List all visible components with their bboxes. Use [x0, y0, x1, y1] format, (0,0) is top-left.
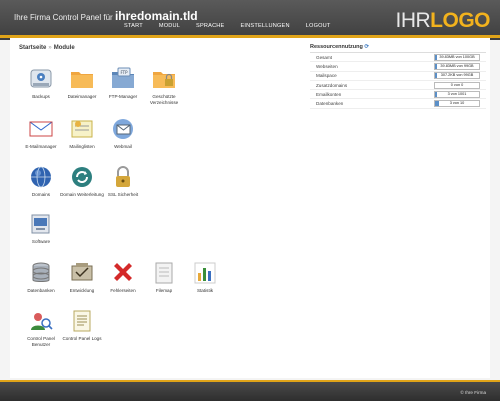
main-nav: START MODUL SPRACHE EINSTELLUNGEN LOGOUT [116, 22, 339, 30]
nav-start[interactable]: START [116, 22, 151, 30]
development-tools-icon [71, 263, 93, 281]
module-statistik[interactable]: Statistik [183, 260, 227, 294]
resource-usage-bar: 3 von 10 [434, 100, 480, 108]
resource-value: 39.83MB von 100GB [439, 54, 475, 59]
module-e-mailmanager[interactable]: E-Mailmanager [19, 116, 63, 150]
refresh-icon[interactable]: ⟳ [364, 44, 369, 50]
mail-envelope-icon [29, 121, 53, 137]
resource-value: 0 von 0 [450, 82, 464, 87]
logo: IHRLOGO [395, 9, 490, 32]
ftp-folder-icon: FTP [112, 67, 134, 88]
resource-row: Zusatzdomains 0 von 0 [310, 81, 486, 91]
module-software[interactable]: Software [19, 211, 63, 245]
module-mailinglisten[interactable]: Mailinglisten [60, 116, 104, 150]
module-control-panel-logs[interactable]: Control Panel Logs [60, 308, 104, 342]
filemap-document-icon [155, 262, 173, 284]
statistics-chart-icon [194, 262, 216, 284]
redirect-icon [72, 167, 92, 187]
folder-icon [71, 72, 93, 88]
resource-row: Emailkonten 3 von 1001 [310, 90, 486, 100]
module-ssl-sicherheit[interactable]: SSL Sicherheit [101, 164, 145, 198]
breadcrumb: Startseite» Module [19, 45, 75, 51]
nav-einstellungen[interactable]: EINSTELLUNGEN [232, 22, 297, 30]
module-geschuetzte-verzeichnisse[interactable]: Geschützte Verzeichnisse [142, 66, 186, 105]
resource-usage-bar: 39.83MB von 99GB [434, 62, 480, 70]
module-dateimanager[interactable]: Dateimanager [60, 66, 104, 100]
module-entwicklung[interactable]: Entwicklung [60, 260, 104, 294]
footer-copyright: © Ihre Firma [460, 390, 486, 395]
resource-usage-panel: Ressourcennutzung ⟳ Gesamt 39.83MB von 10… [310, 44, 486, 109]
resource-row: Mailspace 307.2KB von 99GB [310, 72, 486, 81]
domain-name: ihredomain.tld [114, 9, 198, 23]
module-webmail[interactable]: Webmail [101, 116, 145, 150]
database-icon [32, 262, 50, 282]
module-fehlerseiten[interactable]: Fehlerseiten [101, 260, 145, 294]
module-domain-weiterleitung[interactable]: Domain Weiterleitung [60, 164, 104, 198]
module-backups[interactable]: Backups [19, 66, 63, 100]
backup-drive-icon [30, 69, 52, 88]
globe-icon [31, 166, 51, 188]
panel-title: Ihre Firma Control Panel für ihredomain.… [14, 9, 198, 23]
resource-row: Gesamt 39.83MB von 100GB [310, 53, 486, 63]
resource-label: Webseiten [316, 63, 338, 69]
nav-sprache[interactable]: SPRACHE [188, 22, 232, 30]
module-domains[interactable]: Domains [19, 164, 63, 198]
resource-value: 3 von 1001 [447, 91, 467, 96]
header: Ihre Firma Control Panel für ihredomain.… [0, 0, 500, 40]
resource-usage-bar: 307.2KB von 99GB [434, 72, 480, 80]
software-box-icon [31, 214, 50, 234]
resource-row: Datenbanken 3 von 10 [310, 99, 486, 109]
main-content: Startseite» Module Backups Dateimanager F… [10, 38, 490, 378]
module-filemap[interactable]: Filemap [142, 260, 186, 294]
padlock-icon [116, 166, 130, 187]
svg-text:FTP: FTP [120, 70, 128, 75]
nav-logout[interactable]: LOGOUT [298, 22, 339, 30]
resource-label: Gesamt [316, 54, 333, 60]
resource-usage-bar: 3 von 1001 [434, 90, 480, 98]
users-search-icon [31, 313, 53, 330]
resource-label: Mailspace [316, 73, 337, 79]
resource-usage-bar: 0 von 0 [434, 81, 480, 89]
module-ftp-manager[interactable]: FTP FTP-Manager [101, 66, 145, 100]
mailinglist-icon [71, 120, 93, 138]
nav-modul[interactable]: MODUL [151, 22, 188, 30]
resource-usage-bar: 39.83MB von 100GB [434, 53, 480, 61]
logs-document-icon [73, 310, 91, 332]
error-x-icon [114, 263, 132, 281]
resource-label: Emailkonten [316, 91, 342, 97]
resource-value: 39.83MB von 99GB [440, 63, 474, 68]
resource-usage-title: Ressourcennutzung ⟳ [310, 44, 486, 53]
footer [0, 382, 500, 401]
webmail-icon [113, 119, 133, 139]
breadcrumb-home[interactable]: Startseite [19, 45, 46, 51]
resource-label: Zusatzdomains [316, 82, 348, 88]
breadcrumb-current: Module [53, 45, 75, 51]
resource-value: 307.2KB von 99GB [440, 73, 474, 78]
module-control-panel-benutzer[interactable]: Control Panel Benutzer [19, 308, 63, 347]
resource-label: Datenbanken [316, 101, 344, 107]
resource-row: Webseiten 39.83MB von 99GB [310, 62, 486, 72]
module-datenbanken[interactable]: Datenbanken [19, 260, 63, 294]
protected-folder-icon [153, 72, 175, 88]
resource-value: 3 von 10 [449, 101, 465, 106]
